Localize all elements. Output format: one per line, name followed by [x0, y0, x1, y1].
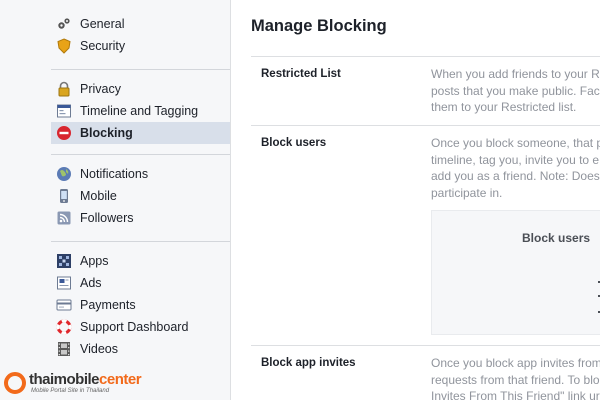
description-line: add you as a friend. Note: Does [431, 169, 600, 183]
ads-icon [56, 275, 72, 291]
sidebar-group-notifications: Notifications Mobile Followers [51, 163, 230, 229]
sidebar-item-label: Notifications [80, 167, 149, 181]
description-line: posts that you make public. Fac [431, 83, 600, 98]
section-label-restricted-list: Restricted List [261, 68, 341, 80]
sidebar-item-label: Apps [80, 254, 109, 268]
sidebar-item-general[interactable]: General [51, 13, 230, 35]
sidebar-item-privacy[interactable]: Privacy [51, 78, 230, 100]
film-icon [56, 341, 72, 357]
section-description-block-users: Once you block someone, that p timeline,… [431, 135, 600, 201]
sidebar-item-support-dashboard[interactable]: Support Dashboard [51, 316, 230, 338]
sidebar-group-apps: Apps Ads Payments Support Dashboard Vide… [51, 250, 230, 360]
sidebar-item-label: Privacy [80, 82, 121, 96]
sidebar-item-mobile[interactable]: Mobile [51, 185, 230, 207]
description-line: requests from that friend. To blo [431, 372, 600, 387]
block-users-panel-title: Block users [522, 231, 591, 245]
section-label-block-users: Block users [261, 137, 327, 149]
sidebar-item-ads[interactable]: Ads [51, 272, 230, 294]
sidebar-divider [51, 241, 230, 242]
watermark-brand: thaimobilecenter [29, 371, 142, 388]
sidebar-item-label: Videos [80, 342, 118, 356]
sidebar-item-notifications[interactable]: Notifications [51, 163, 230, 185]
description-line: participate in. [431, 185, 503, 200]
thaimobilecenter-watermark: thaimobilecenter Mobile Portal Site in T… [4, 370, 174, 398]
sidebar-item-label: General [80, 17, 125, 31]
manage-blocking-content: Manage Blocking Restricted List When you… [231, 0, 600, 400]
description-line: Once you block app invites from [431, 356, 600, 370]
title-divider [251, 56, 600, 57]
sidebar-item-label: Followers [80, 211, 134, 225]
sidebar-item-label: Timeline and Tagging [80, 104, 199, 118]
sidebar-item-label: Ads [80, 276, 102, 290]
rss-icon [56, 210, 72, 226]
lock-icon [56, 81, 72, 97]
sidebar-item-label: Mobile [80, 189, 117, 203]
sidebar-divider [51, 154, 230, 155]
description-line: them to your Restricted list. [431, 100, 577, 114]
watermark-brand-accent: center [99, 371, 142, 388]
watermark-brand-main: thaimobile [29, 371, 100, 388]
globe-icon [56, 166, 72, 182]
block-users-panel: Block users [431, 210, 600, 335]
sidebar-item-label: Payments [80, 298, 136, 312]
sidebar-item-label: Security [80, 39, 126, 53]
section-divider [251, 345, 600, 346]
sidebar-group-privacy: Privacy Timeline and Tagging Blocking [51, 78, 230, 144]
sidebar-item-payments[interactable]: Payments [51, 294, 230, 316]
watermark-logo-ring [4, 372, 26, 394]
sidebar-item-security[interactable]: Security [51, 35, 230, 57]
sidebar-item-label: Blocking [80, 126, 133, 140]
sidebar-item-videos[interactable]: Videos [51, 338, 230, 360]
section-description-block-app-invites: Once you block app invites from requests… [431, 355, 600, 400]
lifebuoy-icon [56, 319, 72, 335]
page-title: Manage Blocking [251, 17, 387, 35]
card-icon [56, 297, 72, 313]
gears-icon [56, 16, 72, 32]
sidebar-group-account: General Security [51, 13, 230, 57]
sidebar-item-timeline-and-tagging[interactable]: Timeline and Tagging [51, 100, 230, 122]
timeline-icon [56, 103, 72, 119]
description-line: When you add friends to your R [431, 67, 600, 81]
section-description-restricted-list: When you add friends to your R posts tha… [431, 66, 600, 116]
sidebar-item-blocking[interactable]: Blocking [51, 122, 230, 144]
sidebar-item-label: Support Dashboard [80, 320, 189, 334]
settings-sidebar: General Security Privacy Timeline and Ta… [0, 0, 231, 400]
description-line: timeline, tag you, invite you to e [431, 152, 600, 167]
sidebar-item-followers[interactable]: Followers [51, 207, 230, 229]
phone-icon [56, 188, 72, 204]
description-line: Invites From This Friend" link ur [431, 389, 600, 400]
description-line: Once you block someone, that p [431, 136, 600, 150]
sidebar-divider [51, 69, 230, 70]
no-entry-icon [56, 125, 72, 141]
section-divider [251, 125, 600, 126]
section-label-block-app-invites: Block app invites [261, 357, 356, 369]
apps-grid-icon [56, 253, 72, 269]
sidebar-item-apps[interactable]: Apps [51, 250, 230, 272]
watermark-tagline: Mobile Portal Site in Thailand [31, 388, 110, 394]
badge-icon [56, 38, 72, 54]
